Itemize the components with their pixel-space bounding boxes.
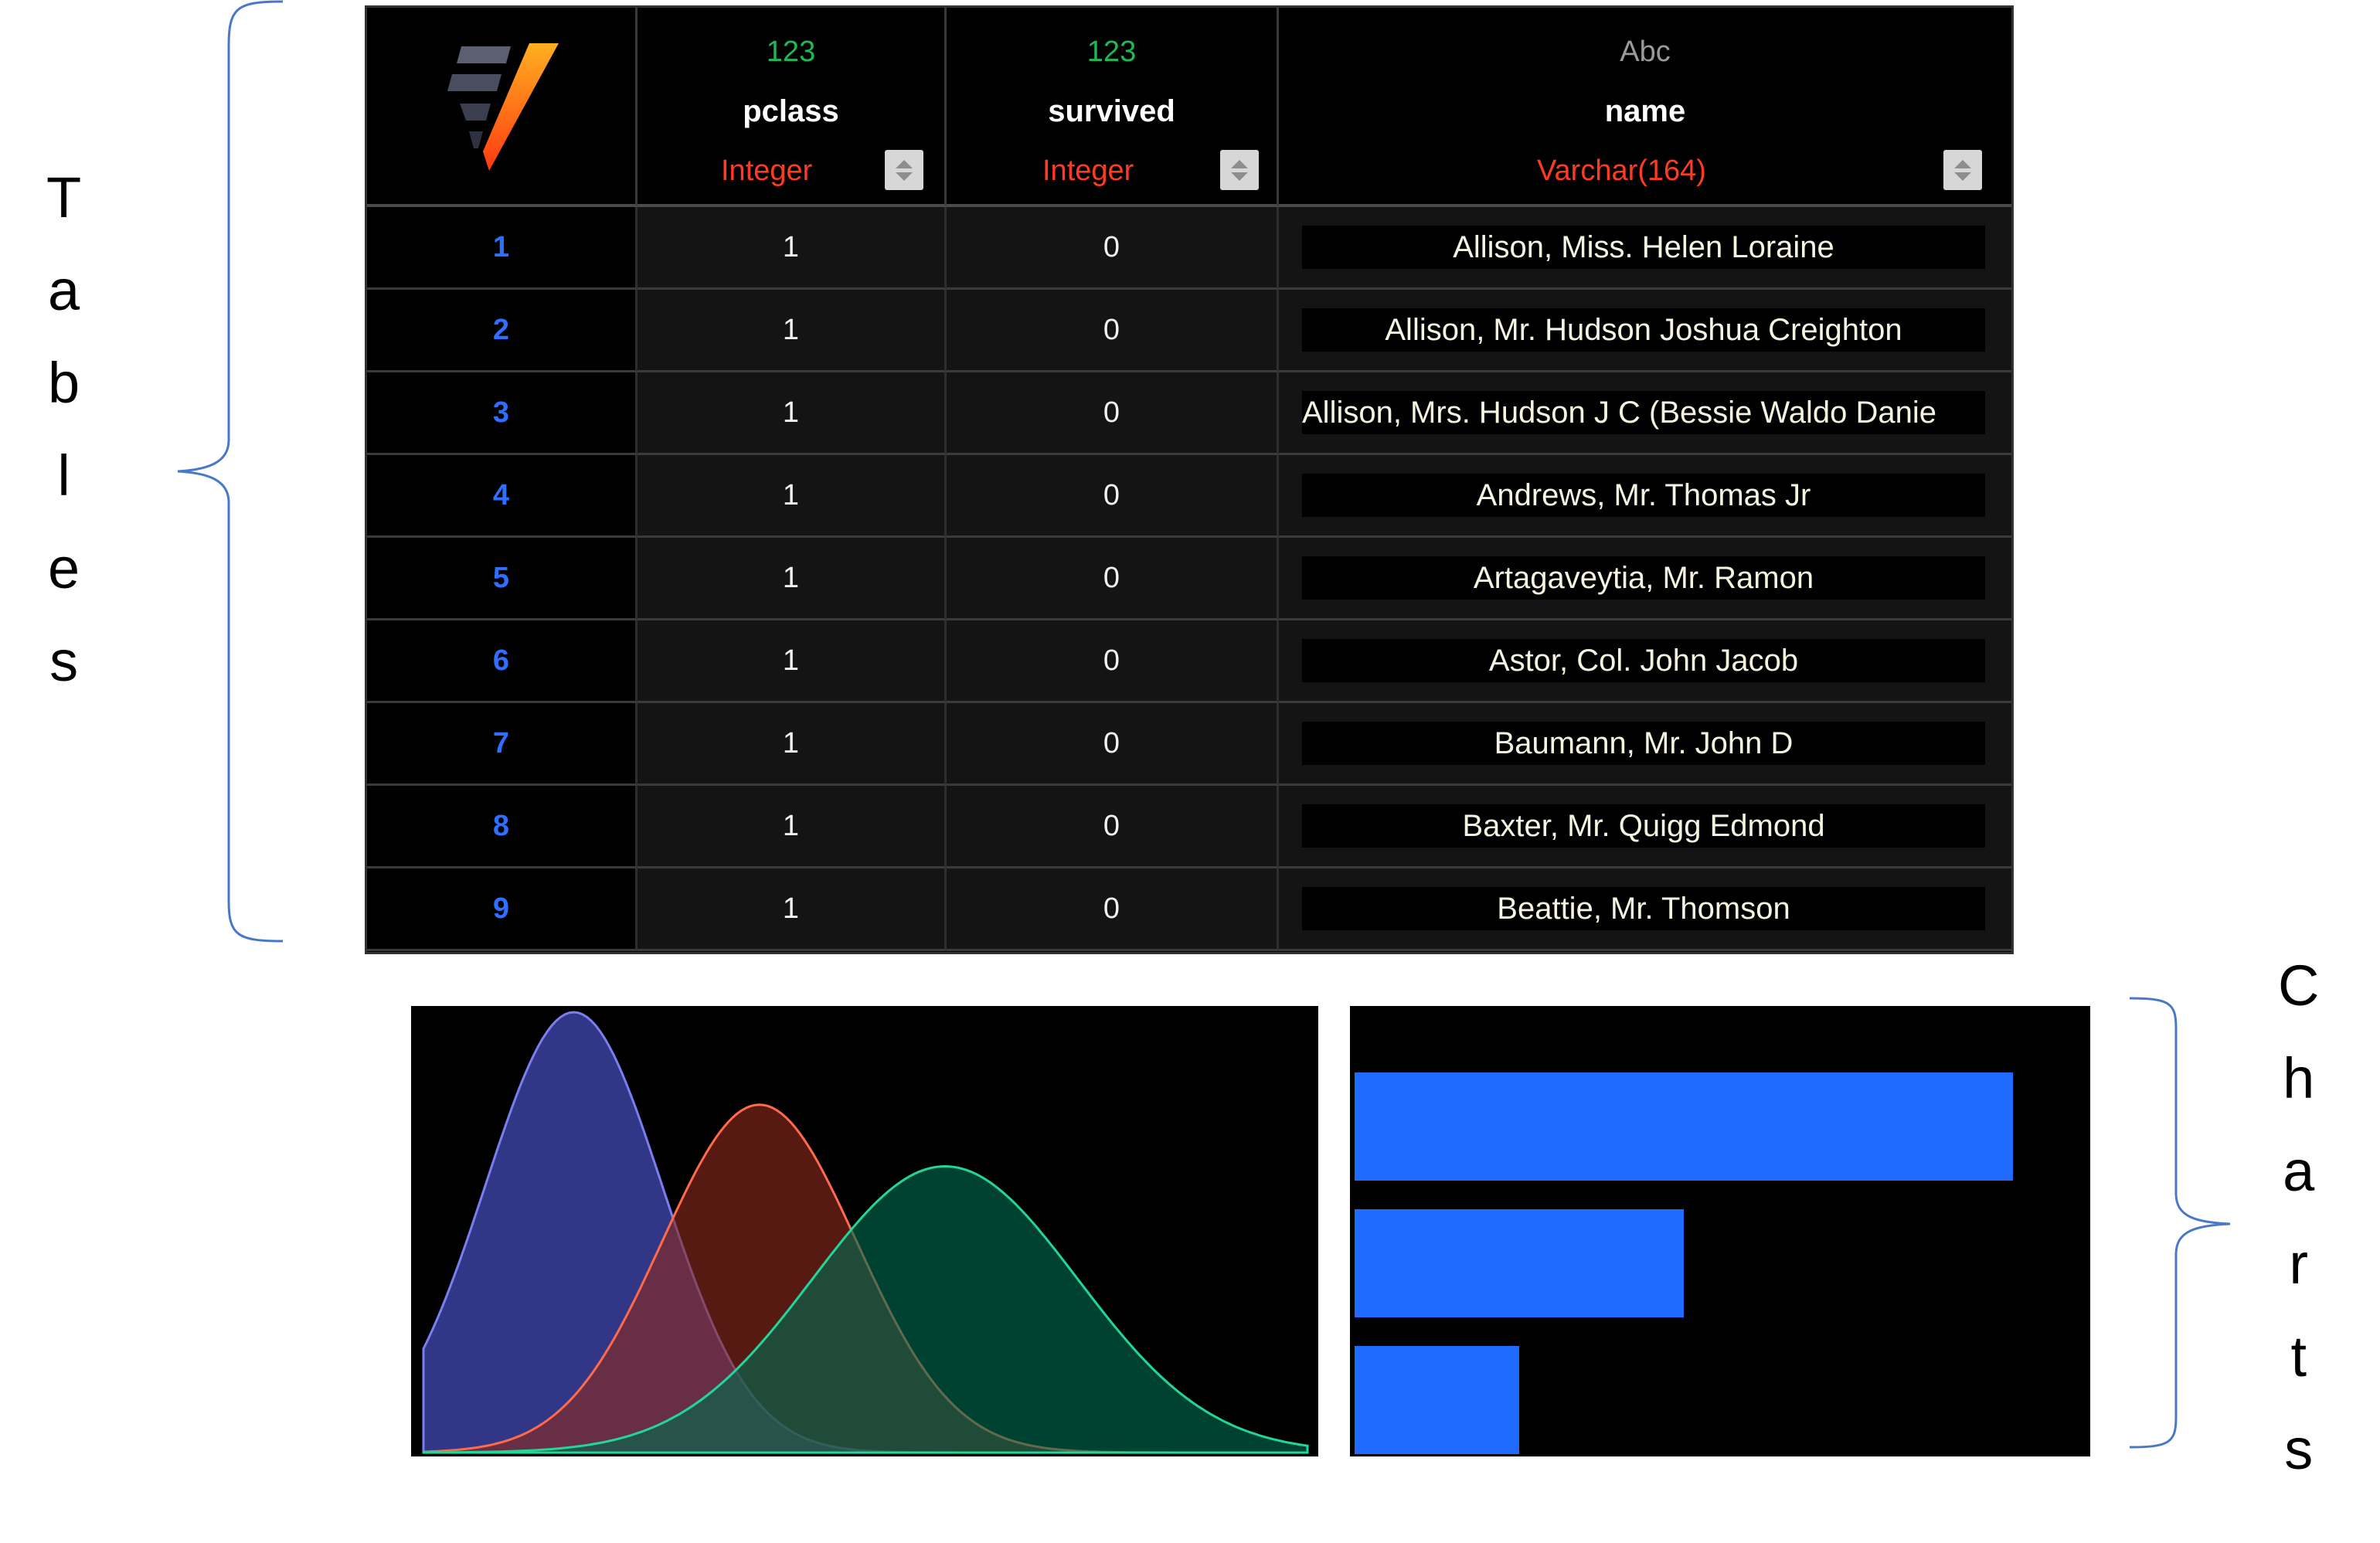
horizontal-bar-chart bbox=[1350, 1006, 2090, 1456]
v-logo-icon bbox=[447, 43, 559, 171]
letter: a bbox=[2283, 1139, 2315, 1203]
name-value: Artagaveytia, Mr. Ramon bbox=[1302, 556, 1985, 600]
bar-2 bbox=[1355, 1209, 1684, 1317]
density-area-chart bbox=[411, 1006, 1318, 1456]
row-index[interactable]: 4 bbox=[367, 455, 638, 538]
pclass-cell[interactable]: 1 bbox=[638, 538, 947, 620]
survived-cell[interactable]: 0 bbox=[947, 372, 1279, 455]
pclass-cell[interactable]: 1 bbox=[638, 703, 947, 786]
bar-1 bbox=[1355, 1072, 2013, 1181]
name-cell[interactable]: Baumann, Mr. John D bbox=[1279, 703, 2011, 786]
row-index[interactable]: 1 bbox=[367, 207, 638, 290]
column-header-name[interactable]: Abc name Varchar(164) bbox=[1279, 8, 2011, 207]
column-type: Varchar(164) bbox=[1537, 155, 1706, 187]
letter: s bbox=[49, 629, 79, 693]
name-cell[interactable]: Artagaveytia, Mr. Ramon bbox=[1279, 538, 2011, 620]
integer-type-icon: 123 bbox=[1086, 36, 1137, 68]
pclass-cell[interactable]: 1 bbox=[638, 620, 947, 703]
letter: e bbox=[48, 536, 80, 600]
name-value: Andrews, Mr. Thomas Jr bbox=[1302, 474, 1985, 517]
table-row[interactable]: 1 1 0 Allison, Miss. Helen Loraine bbox=[367, 207, 2011, 290]
pclass-cell[interactable]: 1 bbox=[638, 868, 947, 951]
name-cell[interactable]: Allison, Mrs. Hudson J C (Bessie Waldo D… bbox=[1279, 372, 2011, 455]
name-cell[interactable]: Baxter, Mr. Quigg Edmond bbox=[1279, 786, 2011, 868]
pclass-cell[interactable]: 1 bbox=[638, 372, 947, 455]
survived-cell[interactable]: 0 bbox=[947, 868, 1279, 951]
integer-type-icon: 123 bbox=[766, 36, 816, 68]
row-index[interactable]: 9 bbox=[367, 868, 638, 951]
table-row[interactable]: 2 1 0 Allison, Mr. Hudson Joshua Creight… bbox=[367, 290, 2011, 372]
survived-cell[interactable]: 0 bbox=[947, 538, 1279, 620]
table-row[interactable]: 3 1 0 Allison, Mrs. Hudson J C (Bessie W… bbox=[367, 372, 2011, 455]
name-value: Beattie, Mr. Thomson bbox=[1302, 887, 1985, 930]
sort-toggle-icon[interactable] bbox=[1220, 150, 1259, 190]
table-row[interactable]: 7 1 0 Baumann, Mr. John D bbox=[367, 703, 2011, 786]
name-value: Baxter, Mr. Quigg Edmond bbox=[1302, 804, 1985, 848]
letter: l bbox=[57, 444, 70, 508]
survived-cell[interactable]: 0 bbox=[947, 703, 1279, 786]
name-value: Astor, Col. John Jacob bbox=[1302, 639, 1985, 682]
bar-3 bbox=[1355, 1346, 1519, 1454]
name-cell[interactable]: Beattie, Mr. Thomson bbox=[1279, 868, 2011, 951]
letter: a bbox=[48, 258, 80, 322]
pclass-cell[interactable]: 1 bbox=[638, 786, 947, 868]
tables-side-label: T a b l e s bbox=[46, 151, 81, 708]
column-type: Integer bbox=[1042, 155, 1134, 187]
name-value: Allison, Mr. Hudson Joshua Creighton bbox=[1302, 308, 1985, 352]
column-name: name bbox=[1604, 94, 1686, 128]
name-value: Baumann, Mr. John D bbox=[1302, 722, 1985, 765]
letter: T bbox=[46, 165, 82, 229]
letter: s bbox=[2284, 1417, 2314, 1481]
survived-cell[interactable]: 0 bbox=[947, 620, 1279, 703]
pclass-cell[interactable]: 1 bbox=[638, 455, 947, 538]
charts-side-label: C h a r t s bbox=[2278, 940, 2319, 1496]
text-type-icon: Abc bbox=[1620, 36, 1671, 68]
letter: h bbox=[2283, 1046, 2315, 1110]
survived-cell[interactable]: 0 bbox=[947, 786, 1279, 868]
name-cell[interactable]: Andrews, Mr. Thomas Jr bbox=[1279, 455, 2011, 538]
row-index[interactable]: 3 bbox=[367, 372, 638, 455]
name-value: Allison, Mrs. Hudson J C (Bessie Waldo D… bbox=[1302, 391, 1985, 434]
column-header-pclass[interactable]: 123 pclass Integer bbox=[638, 8, 947, 207]
column-name: pclass bbox=[743, 94, 839, 128]
name-cell[interactable]: Astor, Col. John Jacob bbox=[1279, 620, 2011, 703]
letter: C bbox=[2278, 953, 2320, 1018]
row-index[interactable]: 8 bbox=[367, 786, 638, 868]
table-row[interactable]: 9 1 0 Beattie, Mr. Thomson bbox=[367, 868, 2011, 951]
charts-brace bbox=[2129, 997, 2231, 1449]
name-value: Allison, Miss. Helen Loraine bbox=[1302, 226, 1985, 269]
letter: r bbox=[2289, 1232, 2309, 1296]
sort-toggle-icon[interactable] bbox=[885, 150, 923, 190]
survived-cell[interactable]: 0 bbox=[947, 290, 1279, 372]
column-name: survived bbox=[1048, 94, 1175, 128]
row-index[interactable]: 2 bbox=[367, 290, 638, 372]
density-area-chart-svg bbox=[422, 1011, 1309, 1454]
letter: t bbox=[2290, 1324, 2307, 1388]
table-row[interactable]: 6 1 0 Astor, Col. John Jacob bbox=[367, 620, 2011, 703]
row-index[interactable]: 5 bbox=[367, 538, 638, 620]
column-type: Integer bbox=[721, 155, 813, 187]
horizontal-bar-chart-svg bbox=[1355, 1072, 2013, 1454]
row-index[interactable]: 6 bbox=[367, 620, 638, 703]
survived-cell[interactable]: 0 bbox=[947, 455, 1279, 538]
name-cell[interactable]: Allison, Mr. Hudson Joshua Creighton bbox=[1279, 290, 2011, 372]
letter: b bbox=[48, 351, 80, 415]
logo-header-cell bbox=[367, 8, 638, 207]
pclass-cell[interactable]: 1 bbox=[638, 290, 947, 372]
survived-cell[interactable]: 0 bbox=[947, 207, 1279, 290]
pclass-cell[interactable]: 1 bbox=[638, 207, 947, 290]
tables-brace bbox=[177, 0, 284, 943]
row-index[interactable]: 7 bbox=[367, 703, 638, 786]
column-header-survived[interactable]: 123 survived Integer bbox=[947, 8, 1279, 207]
table-row[interactable]: 5 1 0 Artagaveytia, Mr. Ramon bbox=[367, 538, 2011, 620]
data-table: 123 pclass Integer 123 survived Integer … bbox=[365, 5, 2014, 954]
name-cell[interactable]: Allison, Miss. Helen Loraine bbox=[1279, 207, 2011, 290]
table-row[interactable]: 8 1 0 Baxter, Mr. Quigg Edmond bbox=[367, 786, 2011, 868]
sort-toggle-icon[interactable] bbox=[1943, 150, 1982, 190]
table-row[interactable]: 4 1 0 Andrews, Mr. Thomas Jr bbox=[367, 455, 2011, 538]
